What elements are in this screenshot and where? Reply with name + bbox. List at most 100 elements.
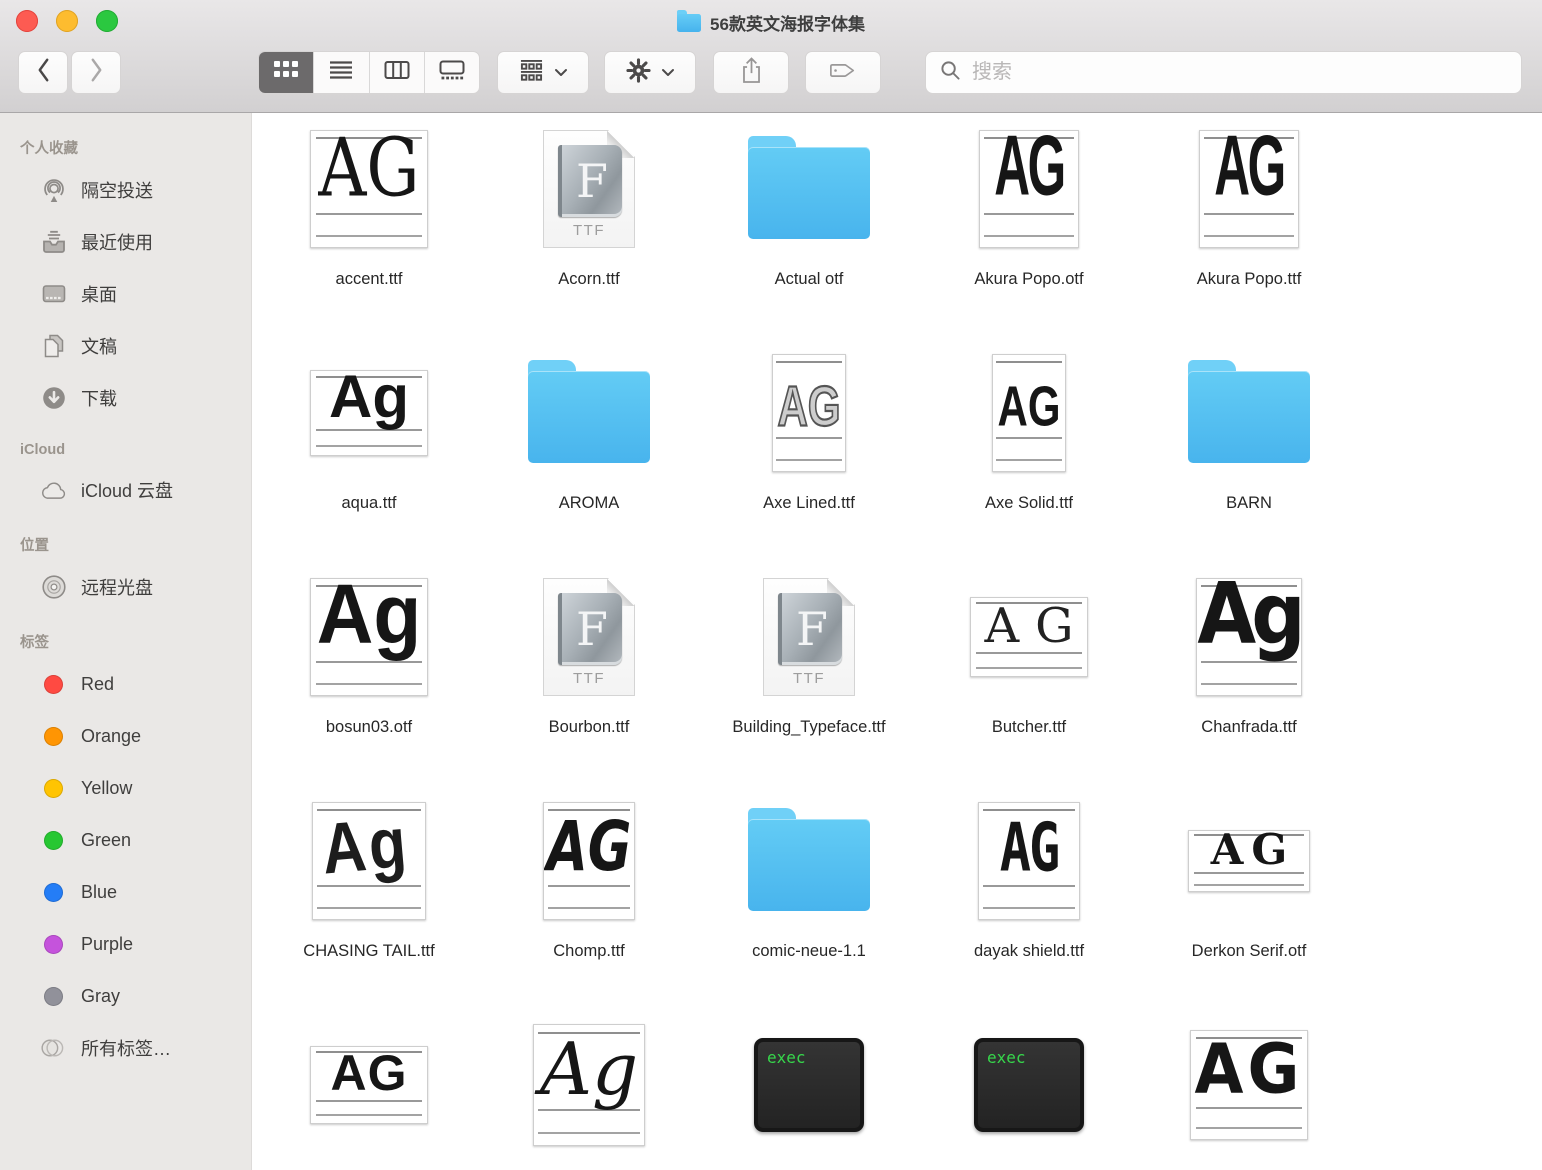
file-item[interactable]: AGChomp.ttf xyxy=(479,793,699,1017)
file-name: Derkon Serif.otf xyxy=(1192,939,1307,964)
downloads-icon xyxy=(40,385,67,411)
preview-glyph: AG xyxy=(314,130,424,215)
preview-glyph: AG xyxy=(773,374,845,439)
ttf-badge: TTF xyxy=(544,222,634,239)
sidebar-item-label: Blue xyxy=(81,882,117,903)
file-thumbnail: FTTF xyxy=(543,125,635,253)
view-gallery-button[interactable] xyxy=(425,52,479,93)
file-item[interactable]: Agbosun03.otf xyxy=(259,569,479,793)
sidebar-item-tag-gray[interactable]: Gray xyxy=(0,970,251,1022)
sidebar-item-tag-yellow[interactable]: Yellow xyxy=(0,762,251,814)
forward-button[interactable] xyxy=(71,51,121,94)
guide-line xyxy=(776,361,842,363)
font-preview-icon: Ag xyxy=(312,802,426,920)
sidebar-item-all-tags[interactable]: 所有标签… xyxy=(0,1022,251,1074)
ttf-file-icon: FTTF xyxy=(543,130,635,248)
folder-icon xyxy=(528,371,650,463)
file-item[interactable]: Agaqua.ttf xyxy=(259,345,479,569)
sidebar-item-icloud[interactable]: iCloud 云盘 xyxy=(0,464,251,516)
sidebar-item-tag-green[interactable]: Green xyxy=(0,814,251,866)
file-item[interactable]: AgChanfrada.ttf xyxy=(1139,569,1359,793)
sidebar-item-label: iCloud 云盘 xyxy=(81,477,173,503)
preview-glyph: AG xyxy=(971,598,1088,654)
file-name: Acorn.ttf xyxy=(558,267,619,292)
file-item[interactable]: AG xyxy=(259,1017,479,1170)
back-button[interactable] xyxy=(18,51,68,94)
share-button[interactable] xyxy=(713,51,789,94)
file-thumbnail xyxy=(528,349,650,477)
file-item[interactable]: AGAxe Lined.ttf xyxy=(699,345,919,569)
sidebar-item-tag-red[interactable]: Red xyxy=(0,658,251,710)
file-name: Akura Popo.otf xyxy=(974,267,1083,292)
file-name: Axe Solid.ttf xyxy=(985,491,1073,516)
file-item[interactable]: AG Butcher.ttf xyxy=(919,569,1139,793)
sidebar-item-recents[interactable]: 最近使用 xyxy=(0,216,251,268)
exec-file-icon: exec xyxy=(754,1038,864,1132)
guide-line xyxy=(996,459,1062,461)
sidebar-item-tag-orange[interactable]: Orange xyxy=(0,710,251,762)
chevron-left-icon xyxy=(35,56,52,89)
file-item[interactable]: AG dayak shield.ttf xyxy=(919,793,1139,1017)
guide-line xyxy=(1204,235,1294,237)
guide-line xyxy=(1196,1127,1303,1129)
sidebar-item-label: 所有标签… xyxy=(81,1035,171,1061)
sidebar-item-label: Yellow xyxy=(81,778,132,799)
folder-item[interactable]: BARN xyxy=(1139,345,1359,569)
file-item[interactable]: FTTF Acorn.ttf xyxy=(479,121,699,345)
tag-icon xyxy=(40,983,67,1009)
sidebar-item-tag-purple[interactable]: Purple xyxy=(0,918,251,970)
list-view-icon xyxy=(328,60,354,85)
sidebar-item-documents[interactable]: 文稿 xyxy=(0,320,251,372)
tag-button[interactable] xyxy=(805,51,881,94)
file-name: Butcher.ttf xyxy=(992,715,1066,740)
preview-glyph: Ag xyxy=(534,1027,644,1111)
ttf-file-icon: FTTF xyxy=(543,578,635,696)
file-name: AROMA xyxy=(559,491,620,516)
folder-item[interactable]: comic-neue-1.1 xyxy=(699,793,919,1017)
file-item[interactable]: AG accent.ttf xyxy=(259,121,479,345)
airdrop-icon xyxy=(40,177,67,203)
window-title: 56款英文海报字体集 xyxy=(0,0,1542,44)
tag-color-dot xyxy=(44,779,63,798)
search-input[interactable] xyxy=(970,51,1521,94)
file-item[interactable]: FTTFBourbon.ttf xyxy=(479,569,699,793)
folder-icon xyxy=(748,819,870,911)
file-item[interactable]: AGDerkon Serif.otf xyxy=(1139,793,1359,1017)
sidebar-item-downloads[interactable]: 下载 xyxy=(0,372,251,424)
view-icons-button[interactable] xyxy=(259,52,314,93)
sidebar-item-label: 隔空投送 xyxy=(81,177,153,203)
file-item[interactable]: exec xyxy=(699,1017,919,1170)
finder-window: 56款英文海报字体集 xyxy=(0,0,1542,1170)
file-item[interactable]: FTTFBuilding_Typeface.ttf xyxy=(699,569,919,793)
file-item[interactable]: AG xyxy=(1139,1017,1359,1170)
file-item[interactable]: AGAkura Popo.otf xyxy=(919,121,1139,345)
file-item[interactable]: Ag xyxy=(479,1017,699,1170)
sidebar-item-disc[interactable]: 远程光盘 xyxy=(0,561,251,613)
folder-item[interactable]: AROMA xyxy=(479,345,699,569)
guide-line xyxy=(548,907,631,909)
sidebar-item-desktop[interactable]: 桌面 xyxy=(0,268,251,320)
folder-item[interactable]: Actual otf xyxy=(699,121,919,345)
sidebar-item-airdrop[interactable]: 隔空投送 xyxy=(0,164,251,216)
file-grid: AGaccent.ttfFTTFAcorn.ttfActual otfAGAku… xyxy=(253,113,1542,1170)
file-thumbnail: AG xyxy=(978,797,1080,925)
font-book-glyph: F xyxy=(558,593,622,665)
sidebar-item-label: 文稿 xyxy=(81,333,117,359)
font-preview-icon: Ag xyxy=(310,370,428,456)
file-item[interactable]: AGAxe Solid.ttf xyxy=(919,345,1139,569)
file-thumbnail: exec xyxy=(974,1021,1084,1149)
view-columns-button[interactable] xyxy=(370,52,425,93)
sidebar-item-tag-blue[interactable]: Blue xyxy=(0,866,251,918)
file-name: Chomp.ttf xyxy=(553,939,625,964)
file-item[interactable]: exec xyxy=(919,1017,1139,1170)
view-list-button[interactable] xyxy=(314,52,369,93)
file-item[interactable]: AGAkura Popo.ttf xyxy=(1139,121,1359,345)
share-icon xyxy=(740,56,763,90)
guide-line xyxy=(1194,884,1304,886)
file-name: dayak shield.ttf xyxy=(974,939,1084,964)
group-button[interactable] xyxy=(497,51,589,94)
file-item[interactable]: AgCHASING TAIL.ttf xyxy=(259,793,479,1017)
sidebar-section: 标签RedOrangeYellowGreenBluePurpleGray所有标签… xyxy=(0,631,251,1074)
file-name: accent.ttf xyxy=(336,267,403,292)
action-button[interactable] xyxy=(604,51,696,94)
